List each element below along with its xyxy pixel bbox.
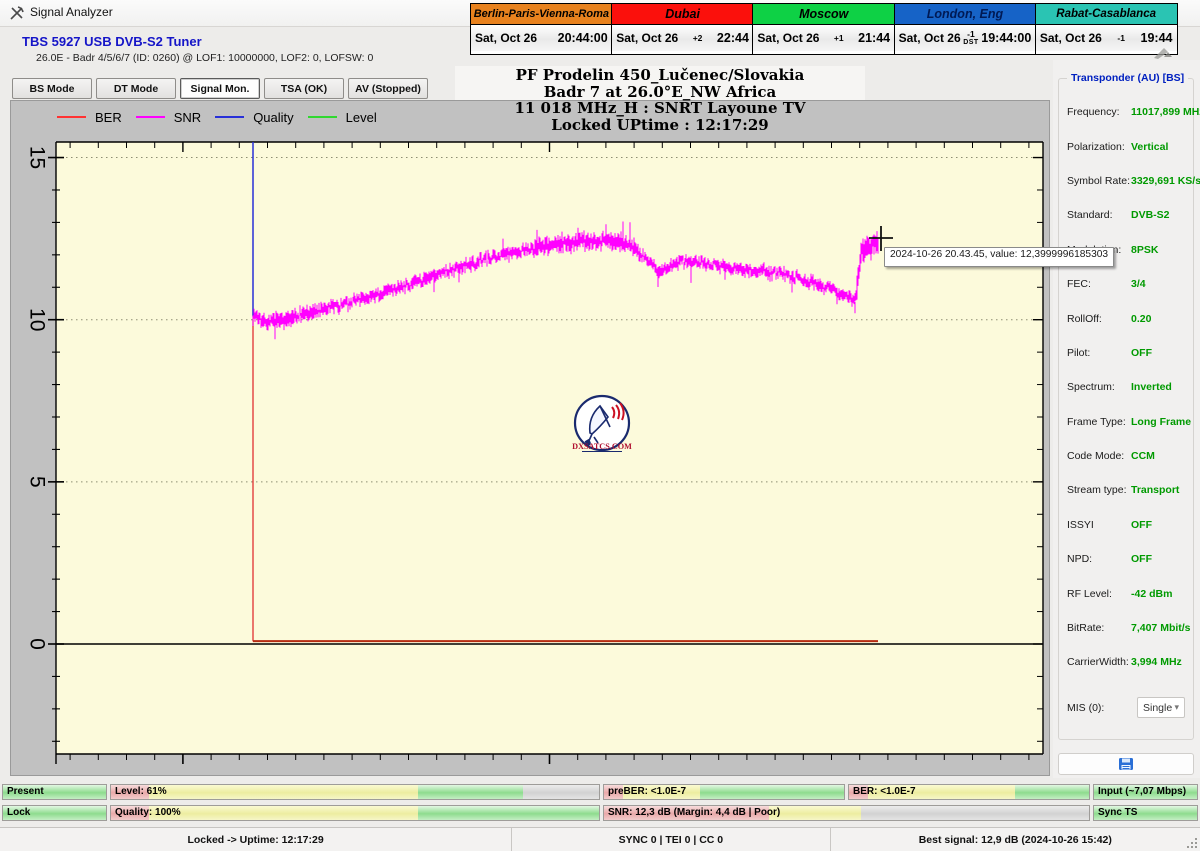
- clock-moscow: Moscow Sat, Oct 26 +1 21:44: [752, 3, 895, 55]
- window-title: Signal Analyzer: [30, 5, 113, 19]
- svg-text:15: 15: [25, 146, 48, 169]
- row-frame-type: Frame Type:Long Frame: [1067, 405, 1187, 439]
- transponder-rows: Frequency:11017,899 MHz Polarization:Ver…: [1067, 95, 1187, 680]
- site-header-line3: 11 018 MHz_H : SNRT Layoune TV: [461, 100, 859, 117]
- signal-plot[interactable]: 0 5 10 15: [11, 101, 1051, 777]
- clock-berlin: Berlin-Paris-Vienna-Roma Sat, Oct 26 20:…: [470, 3, 613, 55]
- svg-text:0: 0: [26, 638, 49, 650]
- chart-value-tooltip: 2024-10-26 20.43.45, value: 12,399999618…: [884, 247, 1114, 267]
- clock-city: Berlin-Paris-Vienna-Roma: [471, 4, 612, 25]
- av-button[interactable]: AV (Stopped): [348, 78, 428, 99]
- bs-mode-button[interactable]: BS Mode: [12, 78, 92, 99]
- svg-text:DXSATCS.COM: DXSATCS.COM: [572, 442, 632, 451]
- meter-label: Quality: 100%: [115, 807, 181, 818]
- clock-utc-offset: -1: [1117, 34, 1125, 43]
- row-polarization: Polarization:Vertical: [1067, 129, 1187, 163]
- status-sync-counters: SYNC 0 | TEI 0 | CC 0: [512, 828, 830, 851]
- meter-label: Present: [7, 786, 44, 797]
- mis-row: MIS (0): Single ▾: [1067, 697, 1185, 718]
- row-stream-type: Stream type:Transport: [1067, 473, 1187, 507]
- clock-date: Sat, Oct 26: [1040, 31, 1102, 45]
- clock-date: Sat, Oct 26: [616, 31, 678, 45]
- status-best-signal: Best signal: 12,9 dB (2024-10-26 15:42): [831, 828, 1200, 851]
- row-rf-level: RF Level:-42 dBm: [1067, 576, 1187, 610]
- save-disk-icon: [1118, 757, 1134, 771]
- meter-snr: SNR: 12,3 dB (Margin: 4,4 dB | Poor): [603, 805, 1090, 821]
- status-bar: Locked -> Uptime: 12:17:29 SYNC 0 | TEI …: [0, 827, 1200, 851]
- meter-label: BER: <1.0E-7: [853, 786, 916, 797]
- transponder-title: Transponder (AU) [BS]: [1067, 72, 1188, 84]
- mis-dropdown[interactable]: Single ▾: [1137, 697, 1185, 718]
- row-pilot: Pilot:OFF: [1067, 336, 1187, 370]
- meter-input-7-07-mbps-: Input (~7,07 Mbps): [1093, 784, 1198, 800]
- app-icon: [9, 5, 25, 21]
- row-npd: NPD:OFF: [1067, 542, 1187, 576]
- row-carrier-width: CarrierWidth:3,994 MHz: [1067, 645, 1187, 679]
- clock-city: Dubai: [612, 4, 753, 25]
- row-frequency: Frequency:11017,899 MHz: [1067, 95, 1187, 129]
- transponder-panel: Transponder (AU) [BS] Frequency:11017,89…: [1053, 60, 1200, 778]
- tsa-button[interactable]: TSA (OK): [264, 78, 344, 99]
- clock-dubai: Dubai Sat, Oct 26 +2 22:44: [611, 3, 754, 55]
- clock-time: 21:44: [858, 31, 890, 45]
- mode-button-bar: BS Mode DT Mode Signal Mon. TSA (OK) AV …: [12, 78, 428, 99]
- meter-label: Input (~7,07 Mbps): [1098, 786, 1186, 797]
- site-header-line1: PF Prodelin 450_Lučenec/Slovakia: [461, 67, 859, 84]
- status-lock-uptime: Locked -> Uptime: 12:17:29: [0, 828, 512, 851]
- meter-present: Present: [2, 784, 107, 800]
- meter-lock: Lock: [2, 805, 107, 821]
- meter-quality: Quality: 100%: [110, 805, 600, 821]
- signal-mon-button[interactable]: Signal Mon.: [180, 78, 260, 99]
- tuner-name: TBS 5927 USB DVB-S2 Tuner: [22, 34, 202, 49]
- row-code-mode: Code Mode:CCM: [1067, 439, 1187, 473]
- svg-text:10: 10: [26, 308, 49, 331]
- clock-london: London, Eng Sat, Oct 26 -1 DST 19:44:00: [894, 3, 1037, 55]
- row-spectrum: Spectrum:Inverted: [1067, 370, 1187, 404]
- row-symbol-rate: Symbol Rate:3329,691 KS/s: [1067, 164, 1187, 198]
- clock-dst-note: DST: [963, 39, 979, 46]
- meter-label: Sync TS: [1098, 807, 1137, 818]
- clock-time: 19:44: [1141, 31, 1173, 45]
- mis-label: MIS (0):: [1067, 702, 1131, 714]
- site-header-line4: Locked UPtime : 12:17:29: [461, 117, 859, 134]
- transponder-fieldset: Transponder (AU) [BS] Frequency:11017,89…: [1058, 78, 1194, 740]
- meter-label: preBER: <1.0E-7: [608, 786, 686, 797]
- clock-date: Sat, Oct 26: [757, 31, 819, 45]
- clock-time: 19:44:00: [981, 31, 1031, 45]
- clock-utc-offset: +1: [834, 34, 844, 43]
- meter-sync-ts: Sync TS: [1093, 805, 1198, 821]
- dt-mode-button[interactable]: DT Mode: [96, 78, 176, 99]
- row-issyi: ISSYIOFF: [1067, 508, 1187, 542]
- site-header-overlay: PF Prodelin 450_Lučenec/Slovakia Badr 7 …: [455, 66, 865, 134]
- meter-ber: BER: <1.0E-7: [848, 784, 1090, 800]
- meter-label: Level: 61%: [115, 786, 167, 797]
- tuner-info: 26.0E - Badr 4/5/6/7 (ID: 0260) @ LOF1: …: [36, 52, 373, 64]
- clock-city: London, Eng: [895, 4, 1036, 25]
- clock-utc-offset: +2: [693, 34, 703, 43]
- satellite-dish-icon: [1150, 44, 1176, 60]
- clock-city: Rabat-Casablanca: [1036, 4, 1177, 25]
- row-rolloff: RollOff:0.20: [1067, 301, 1187, 335]
- clock-date: Sat, Oct 26: [475, 31, 537, 45]
- signal-chart-panel: BER SNR Quality Level 051015: [10, 100, 1050, 776]
- meter-label: Lock: [7, 807, 30, 818]
- clock-date: Sat, Oct 26: [899, 31, 961, 45]
- dxsatcs-logo: DXSATCS.COM: [570, 393, 634, 459]
- resize-grip[interactable]: [1186, 837, 1198, 849]
- meter-preber: preBER: <1.0E-7: [603, 784, 845, 800]
- clock-time: 22:44: [717, 31, 749, 45]
- meter-label: SNR: 12,3 dB (Margin: 4,4 dB | Poor): [608, 807, 780, 818]
- meter-level: Level: 61%: [110, 784, 600, 800]
- clock-utc-offset: -1: [967, 30, 975, 39]
- row-fec: FEC:3/4: [1067, 267, 1187, 301]
- clock-city: Moscow: [753, 4, 894, 25]
- chevron-down-icon: ▾: [1174, 702, 1179, 713]
- row-bitrate: BitRate:7,407 Mbit/s: [1067, 611, 1187, 645]
- row-standard: Standard:DVB-S2: [1067, 198, 1187, 232]
- save-button[interactable]: [1058, 753, 1194, 775]
- clock-time: 20:44:00: [558, 31, 608, 45]
- site-header-line2: Badr 7 at 26.0°E_NW Africa: [461, 84, 859, 101]
- world-clocks: Berlin-Paris-Vienna-Roma Sat, Oct 26 20:…: [470, 3, 1176, 55]
- svg-text:5: 5: [26, 476, 49, 488]
